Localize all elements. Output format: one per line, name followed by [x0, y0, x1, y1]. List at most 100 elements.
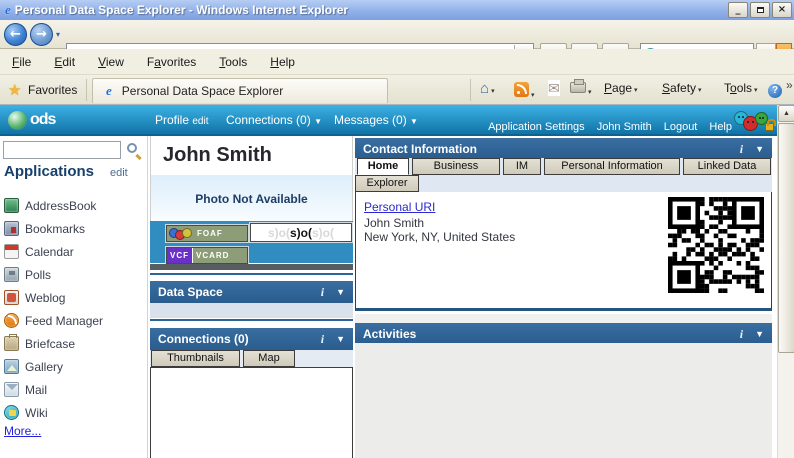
close-button[interactable]: ×: [772, 2, 792, 18]
sidebar-item-wiki[interactable]: Wiki: [4, 401, 103, 424]
mail-app-icon: [4, 382, 19, 397]
user-name-link[interactable]: John Smith: [597, 121, 652, 133]
sioc-badge[interactable]: s)o( s)o( s)o(: [250, 223, 352, 242]
contact-name: John Smith: [364, 216, 424, 230]
collapse-icon[interactable]: ▼: [336, 287, 345, 297]
collapse-icon[interactable]: ▼: [336, 334, 345, 344]
application-settings-link[interactable]: Application Settings: [488, 121, 585, 133]
tab-linked-data-explorer-line1[interactable]: Linked Data: [683, 158, 771, 175]
info-icon[interactable]: i: [321, 332, 324, 347]
more-apps-link[interactable]: More...: [4, 424, 41, 438]
sidebar-item-weblog[interactable]: Weblog: [4, 286, 103, 309]
tab-title: Personal Data Space Explorer: [122, 84, 283, 98]
bookmarks-icon: [4, 221, 19, 236]
panel-splitter[interactable]: [150, 264, 353, 270]
sidebar-item-briefcase[interactable]: Briefcase: [4, 332, 103, 355]
activities-panel-header: Activities i ▼: [355, 323, 772, 345]
sidebar-item-bookmarks[interactable]: Bookmarks: [4, 217, 103, 240]
lock-icon: [765, 123, 774, 131]
info-icon[interactable]: i: [740, 327, 743, 342]
help-link[interactable]: Help: [709, 121, 732, 133]
tools-menu-button[interactable]: Tools▾: [724, 81, 758, 95]
minimize-button[interactable]: _: [728, 2, 748, 18]
favorites-button[interactable]: Favorites: [28, 83, 77, 97]
favorites-star-icon: ★: [8, 81, 21, 99]
profile-column: John Smith Photo Not Available FOAF s)o(…: [150, 136, 353, 458]
tab-home[interactable]: Home: [357, 158, 409, 175]
sidebar-item-addressbook[interactable]: AddressBook: [4, 194, 103, 217]
menu-tools[interactable]: Tools: [215, 53, 251, 71]
profile-photo-area: Photo Not Available: [150, 175, 353, 221]
help-menu-button[interactable]: ?: [768, 82, 782, 98]
favorites-bar: ★ Favorites e Personal Data Space Explor…: [0, 75, 794, 105]
foaf-badge[interactable]: FOAF: [166, 225, 248, 242]
restore-button[interactable]: [750, 2, 770, 18]
window-title: Personal Data Space Explorer - Windows I…: [15, 3, 348, 17]
sidebar: Applications edit AddressBook Bookmarks …: [0, 136, 148, 458]
collapse-icon[interactable]: ▼: [755, 329, 764, 339]
browser-window: e Personal Data Space Explorer - Windows…: [0, 0, 794, 458]
scrollbar-thumb[interactable]: [778, 123, 794, 353]
menu-edit[interactable]: Edit: [50, 53, 79, 71]
page-tab[interactable]: e Personal Data Space Explorer: [92, 78, 388, 103]
back-button[interactable]: ←: [4, 23, 27, 46]
logout-link[interactable]: Logout: [664, 121, 698, 133]
feeds-button[interactable]: ▾: [514, 82, 535, 100]
print-button[interactable]: ▾: [570, 83, 592, 97]
menu-file[interactable]: File: [8, 53, 35, 71]
info-icon[interactable]: i: [321, 285, 324, 300]
sidebar-item-feed-manager[interactable]: Feed Manager: [4, 309, 103, 332]
panel-divider: [150, 273, 353, 275]
read-mail-button[interactable]: ✉: [548, 82, 560, 96]
more-commands-chevron[interactable]: »: [786, 78, 793, 92]
tab-thumbnails[interactable]: Thumbnails: [151, 350, 240, 367]
vertical-scrollbar[interactable]: ▲: [777, 105, 794, 458]
home-button[interactable]: ⌂▾: [480, 80, 495, 97]
tab-favicon: e: [106, 83, 112, 99]
collapse-icon[interactable]: ▼: [755, 144, 764, 154]
page-content: Applications edit AddressBook Bookmarks …: [0, 136, 794, 458]
polls-icon: [4, 267, 19, 282]
addressbook-icon: [4, 198, 19, 213]
nav-profile[interactable]: Profile edit: [155, 113, 208, 127]
tab-business[interactable]: Business: [412, 158, 500, 175]
ods-logo[interactable]: ods: [30, 111, 55, 129]
applications-edit-link[interactable]: edit: [110, 167, 128, 179]
sidebar-item-calendar[interactable]: Calendar: [4, 240, 103, 263]
profile-edit-link[interactable]: edit: [192, 116, 208, 127]
vcard-badge[interactable]: VCF VCARD: [166, 247, 248, 264]
personal-uri-link[interactable]: Personal URI: [364, 200, 435, 214]
recent-pages-dropdown[interactable]: ▾: [56, 30, 60, 39]
nav-connections[interactable]: Connections (0) ▼: [226, 113, 322, 127]
sidebar-item-polls[interactable]: Polls: [4, 263, 103, 286]
sidebar-search-input[interactable]: [3, 141, 121, 159]
sidebar-item-gallery[interactable]: Gallery: [4, 355, 103, 378]
forward-button[interactable]: →: [30, 23, 53, 46]
separator: [470, 79, 471, 101]
activities-panel-body: [355, 343, 772, 458]
page-menu-button[interactable]: Page▾: [604, 81, 638, 95]
tab-linked-data-explorer-line2[interactable]: Explorer: [355, 175, 419, 192]
ods-logo-icon: [8, 111, 27, 130]
sidebar-search-icon[interactable]: [127, 143, 137, 153]
panel-divider: [150, 319, 353, 321]
contact-tabs-row1: Home Business IM Personal Information Li…: [355, 158, 772, 175]
menu-view[interactable]: View: [94, 53, 128, 71]
safety-menu-button[interactable]: Safety▾: [662, 81, 702, 95]
contact-tabs-row2: Explorer: [355, 175, 772, 192]
calendar-icon: [4, 244, 19, 259]
data-space-panel-header: Data Space i ▼: [150, 281, 353, 303]
wiki-icon: [4, 405, 19, 420]
sidebar-item-mail[interactable]: Mail: [4, 378, 103, 401]
tab-personal-information[interactable]: Personal Information: [544, 158, 680, 175]
scroll-up-button[interactable]: ▲: [778, 105, 794, 122]
nav-messages[interactable]: Messages (0) ▼: [334, 113, 418, 127]
menu-help[interactable]: Help: [266, 53, 299, 71]
tab-im[interactable]: IM: [503, 158, 541, 175]
info-icon[interactable]: i: [740, 142, 743, 157]
help-icon: ?: [768, 84, 782, 98]
qr-code: [668, 197, 764, 293]
profile-name-panel: John Smith: [150, 136, 353, 175]
menu-favorites[interactable]: Favorites: [143, 53, 200, 71]
tab-map[interactable]: Map: [243, 350, 295, 367]
